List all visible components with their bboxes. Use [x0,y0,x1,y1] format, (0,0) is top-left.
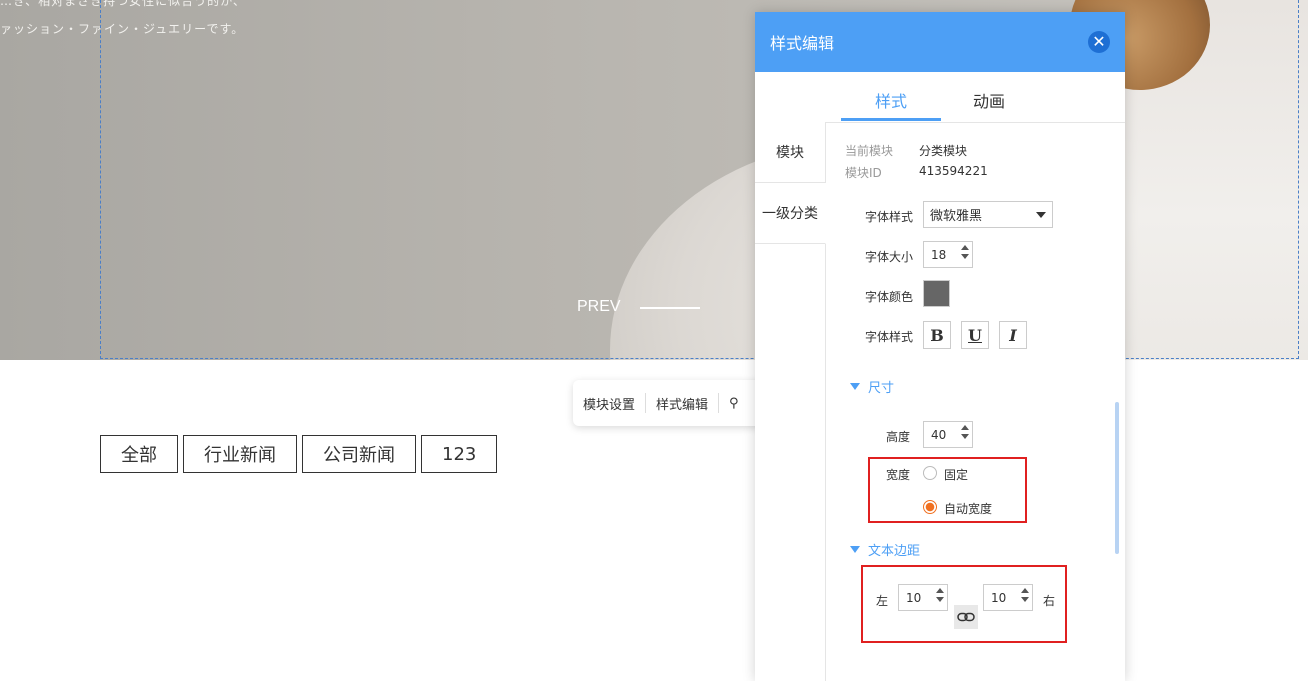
padding-highlight-box [861,565,1067,643]
link-icon[interactable] [954,605,978,629]
panel-content: 当前模块 分类模块 模块ID 413594221 字体样式 微软雅黑 字体大小 … [825,122,1125,681]
category-tab-company[interactable]: 公司新闻 [302,435,416,473]
category-tab-all[interactable]: 全部 [100,435,178,473]
font-size-label: 字体大小 [865,250,914,264]
pin-icon[interactable]: ⚲ [719,396,749,411]
module-toolbar: 模块设置 样式编辑 ⚲ [573,380,773,426]
module-id-row: 模块ID 413594221 [845,164,988,181]
padding-section-toggle[interactable]: 文本边距 [850,540,920,559]
caret-down-icon [850,383,860,390]
left-padding-stepper[interactable]: 10 [898,584,948,611]
bold-button[interactable]: B [923,321,951,349]
module-settings-button[interactable]: 模块设置 [573,394,645,413]
font-family-select[interactable]: 微软雅黑 [923,201,1053,228]
stepper-arrows-icon[interactable] [961,425,969,439]
font-size-stepper[interactable]: 18 [923,241,973,268]
font-style-label: 字体样式 [865,330,914,344]
tab-style[interactable]: 样式 [875,88,907,112]
current-module-row: 当前模块 分类模块 [845,142,967,159]
font-color-swatch[interactable] [923,280,950,307]
panel-scrollbar[interactable] [1115,402,1119,554]
tab-animation[interactable]: 动画 [973,88,1005,112]
font-family-label: 字体样式 [865,210,914,224]
panel-header: 样式编辑 ✕ [755,12,1125,72]
left-padding-value: 10 [906,590,922,605]
underline-button[interactable]: U [961,321,989,349]
right-padding-label: 右 [1043,594,1056,608]
panel-side-nav: 模块 一级分类 [755,122,826,681]
stepper-arrows-icon[interactable] [961,245,969,259]
width-auto-label[interactable]: 自动宽度 [944,500,992,517]
current-module-value: 分类模块 [919,144,968,158]
close-icon[interactable]: ✕ [1088,31,1110,53]
style-edit-button[interactable]: 样式编辑 [646,394,718,413]
module-id-label: 模块ID [845,166,882,180]
width-auto-radio[interactable] [923,500,937,514]
size-section-toggle[interactable]: 尺寸 [850,377,894,396]
category-tabs: 全部 行业新闻 公司新闻 123 [100,435,498,473]
font-family-value: 微软雅黑 [930,209,983,224]
width-fixed-radio[interactable] [923,466,937,480]
category-tab-industry[interactable]: 行业新闻 [183,435,297,473]
caret-down-icon [850,546,860,553]
module-id-value: 413594221 [919,164,988,178]
panel-tabs: 样式 动画 [755,72,1125,123]
height-value: 40 [931,427,947,442]
size-section-title: 尺寸 [868,381,895,396]
chevron-down-icon [1036,211,1046,218]
right-padding-value: 10 [991,590,1007,605]
active-tab-underline [841,118,941,121]
panel-title: 样式编辑 [770,34,835,53]
height-stepper[interactable]: 40 [923,421,973,448]
font-size-value: 18 [931,247,947,262]
padding-section-title: 文本边距 [868,544,921,559]
font-color-label: 字体颜色 [865,290,914,304]
italic-button[interactable]: I [999,321,1027,349]
current-module-label: 当前模块 [845,144,894,158]
style-editor-panel: 样式编辑 ✕ 样式 动画 模块 一级分类 当前模块 分类模块 模块ID 4135… [755,12,1125,681]
left-padding-label: 左 [876,594,889,608]
width-label: 宽度 [886,468,911,482]
category-tab-123[interactable]: 123 [421,435,498,473]
width-fixed-label[interactable]: 固定 [944,466,968,483]
stepper-arrows-icon[interactable] [936,588,944,602]
side-item-level1-category[interactable]: 一级分类 [755,183,826,244]
side-item-module[interactable]: 模块 [755,122,825,183]
stepper-arrows-icon[interactable] [1021,588,1029,602]
right-padding-stepper[interactable]: 10 [983,584,1033,611]
height-label: 高度 [886,430,911,444]
